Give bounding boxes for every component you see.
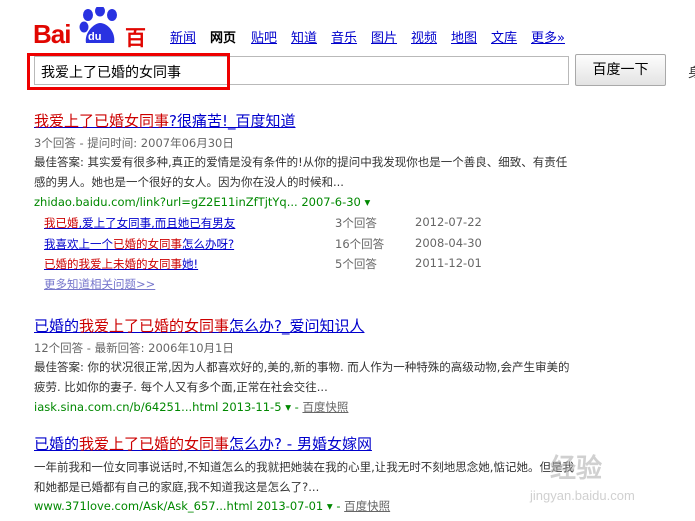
snapshot-link[interactable]: 百度快照 bbox=[302, 400, 348, 414]
query-highlight-box bbox=[27, 53, 230, 90]
result-title[interactable]: 已婚的我爱上了已婚的女同事怎么办?_爱问知识人 bbox=[34, 315, 365, 336]
related-date: 2008-04-30 bbox=[415, 236, 482, 250]
result-snippet: 一年前我和一位女同事说话时,不知道怎么的我就把她装在我的心里,让我无时不刻地思念… bbox=[34, 460, 574, 494]
jingyan-watermark: 经验 jingyan.baidu.com bbox=[530, 448, 680, 508]
edge-text: 身 bbox=[688, 66, 695, 81]
related-date: 2012-07-22 bbox=[415, 215, 482, 229]
logo-bai-text: Bai bbox=[33, 19, 71, 49]
result-url[interactable]: zhidao.baidu.com/link?url=gZ2E11inZfTjtY… bbox=[34, 195, 370, 209]
baidu-logo[interactable]: Bai du 百度 bbox=[33, 5, 153, 80]
nav-wenku[interactable]: 文库 bbox=[491, 27, 517, 46]
nav-web: 网页 bbox=[210, 31, 237, 46]
result-title[interactable]: 已婚的我爱上了已婚的女同事怎么办? - 男婚女嫁网 bbox=[34, 433, 372, 454]
related-question[interactable]: 我已婚,爱上了女同事,而且她已有男友 bbox=[44, 215, 235, 231]
watermark-line2: jingyan.baidu.com bbox=[530, 488, 635, 503]
nav-music[interactable]: 音乐 bbox=[331, 27, 357, 46]
related-question[interactable]: 已婚的我爱上未婚的女同事她! bbox=[44, 256, 198, 272]
result-meta: 12个回答 - 最新回答: 2006年10月1日 bbox=[34, 341, 234, 355]
snapshot-link[interactable]: 百度快照 bbox=[344, 499, 390, 513]
result-snippet: 最佳答案: 你的状况很正常,因为人都喜欢好的,美的,新的事物. 而人作为一种特殊… bbox=[34, 360, 570, 394]
nav-zhidao[interactable]: 知道 bbox=[291, 27, 317, 46]
logo-du-text: du bbox=[88, 31, 102, 43]
nav-images[interactable]: 图片 bbox=[371, 27, 397, 46]
related-count: 5个回答 bbox=[335, 257, 377, 271]
nav-more[interactable]: 更多» bbox=[531, 27, 565, 46]
related-count: 16个回答 bbox=[335, 237, 385, 251]
result-snippet: 最佳答案: 其实爱有很多种,真正的爱情是没有条件的!从你的提问中我发现你也是一个… bbox=[34, 155, 568, 189]
result-title[interactable]: 我爱上了已婚女同事?很痛苦!_百度知道 bbox=[34, 110, 296, 131]
related-date: 2011-12-01 bbox=[415, 256, 482, 270]
watermark-line1: 经验 bbox=[550, 454, 603, 484]
result-url[interactable]: www.371love.com/Ask/Ask_657...html 2013-… bbox=[34, 498, 390, 514]
nav-tieba[interactable]: 贴吧 bbox=[251, 27, 277, 46]
search-button[interactable]: 百度一下 bbox=[575, 54, 666, 86]
related-question[interactable]: 我喜欢上一个已婚的女同事怎么办呀? bbox=[44, 236, 234, 252]
related-count: 3个回答 bbox=[335, 216, 377, 230]
more-zhidao-link[interactable]: 更多知道相关问题>> bbox=[44, 276, 155, 292]
nav-map[interactable]: 地图 bbox=[451, 27, 477, 46]
result-meta: 3个回答 - 提问时间: 2007年06月30日 bbox=[34, 136, 234, 150]
nav-video[interactable]: 视频 bbox=[411, 27, 437, 46]
nav-news[interactable]: 新闻 bbox=[170, 27, 196, 46]
result-url[interactable]: iask.sina.com.cn/b/64251...html 2013-11-… bbox=[34, 399, 348, 415]
